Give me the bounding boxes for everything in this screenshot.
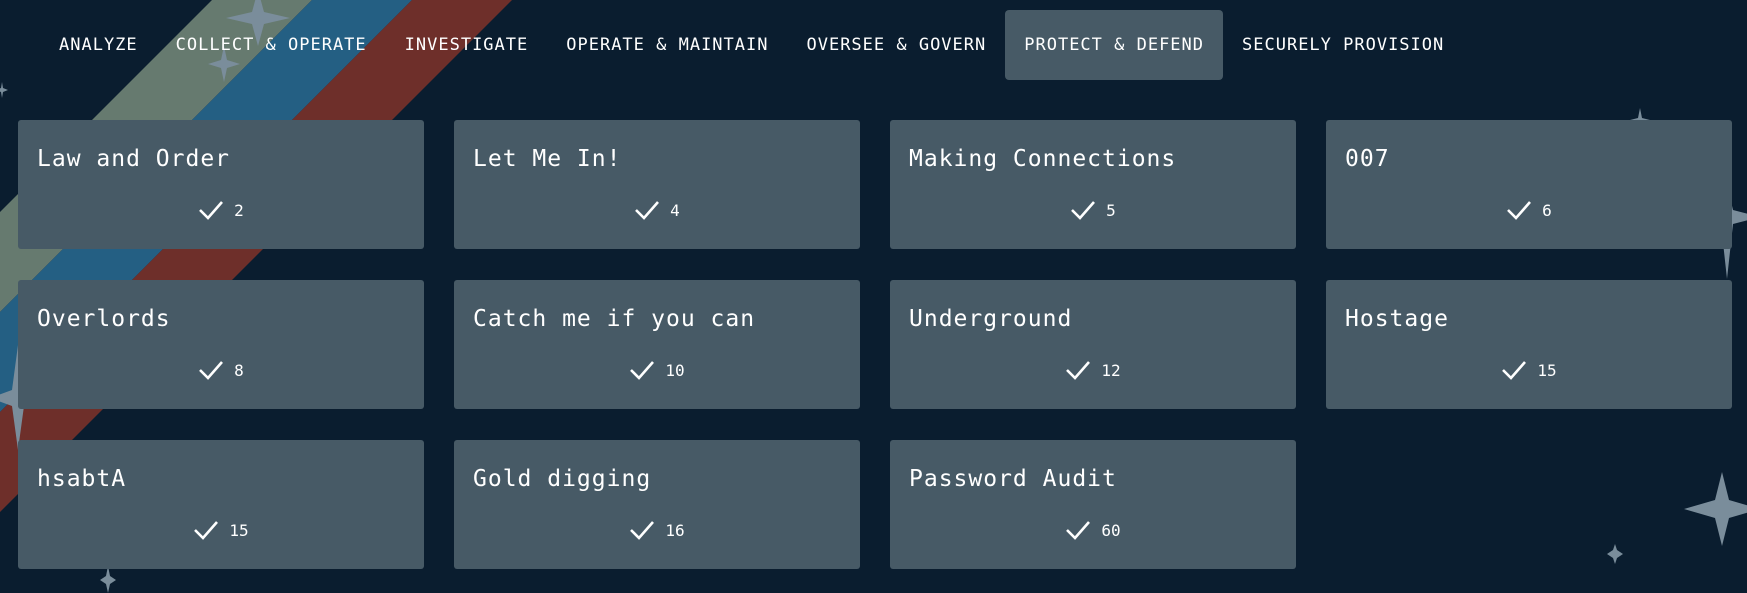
- solve-count: 12: [1101, 360, 1121, 380]
- tab-operate-and-maintain[interactable]: OPERATE & MAINTAIN: [547, 10, 787, 80]
- category-nav: ANALYZE COLLECT & OPERATE INVESTIGATE OP…: [40, 10, 1463, 80]
- challenge-solves: 4: [454, 200, 860, 220]
- check-icon: [630, 521, 655, 540]
- tab-investigate[interactable]: INVESTIGATE: [386, 10, 548, 80]
- challenge-grid: Law and Order 2 Let Me In! 4 Making Conn…: [18, 120, 1732, 569]
- challenge-card[interactable]: Catch me if you can 10: [454, 280, 860, 409]
- challenge-title: Overlords: [37, 306, 171, 332]
- challenge-solves: 2: [18, 200, 424, 220]
- challenge-solves: 15: [18, 520, 424, 540]
- solve-count: 10: [665, 360, 685, 380]
- solve-count: 60: [1101, 520, 1121, 540]
- challenge-solves: 8: [18, 360, 424, 380]
- challenge-title: 007: [1345, 146, 1390, 172]
- challenge-card[interactable]: Underground 12: [890, 280, 1296, 409]
- check-icon: [1071, 201, 1096, 220]
- check-icon: [630, 361, 655, 380]
- solve-count: 5: [1106, 200, 1116, 220]
- challenge-card[interactable]: Password Audit 60: [890, 440, 1296, 569]
- check-icon: [199, 201, 224, 220]
- check-icon: [1507, 201, 1532, 220]
- star-icon: [0, 82, 8, 98]
- solve-count: 8: [234, 360, 244, 380]
- star-icon: [100, 566, 116, 593]
- challenge-solves: 6: [1326, 200, 1732, 220]
- challenge-card[interactable]: hsabtA 15: [18, 440, 424, 569]
- challenge-card[interactable]: Making Connections 5: [890, 120, 1296, 249]
- challenge-title: Making Connections: [909, 146, 1177, 172]
- tab-collect-and-operate[interactable]: COLLECT & OPERATE: [157, 10, 386, 80]
- challenge-title: Let Me In!: [473, 146, 622, 172]
- challenge-card[interactable]: Law and Order 2: [18, 120, 424, 249]
- challenge-card[interactable]: Hostage 15: [1326, 280, 1732, 409]
- challenge-card[interactable]: Let Me In! 4: [454, 120, 860, 249]
- check-icon: [199, 361, 224, 380]
- challenge-title: Password Audit: [909, 466, 1117, 492]
- challenge-solves: 15: [1326, 360, 1732, 380]
- challenge-title: Underground: [909, 306, 1073, 332]
- challenge-title: Gold digging: [473, 466, 652, 492]
- tab-securely-provision[interactable]: SECURELY PROVISION: [1223, 10, 1463, 80]
- check-icon: [1066, 361, 1091, 380]
- challenge-title: Law and Order: [37, 146, 231, 172]
- challenge-card[interactable]: Overlords 8: [18, 280, 424, 409]
- check-icon: [194, 521, 219, 540]
- challenge-card[interactable]: Gold digging 16: [454, 440, 860, 569]
- challenge-solves: 12: [890, 360, 1296, 380]
- check-icon: [1502, 361, 1527, 380]
- challenge-card[interactable]: 007 6: [1326, 120, 1732, 249]
- challenge-title: Catch me if you can: [473, 306, 756, 332]
- tab-protect-and-defend[interactable]: PROTECT & DEFEND: [1005, 10, 1224, 80]
- check-icon: [1066, 521, 1091, 540]
- challenge-title: Hostage: [1345, 306, 1449, 332]
- challenge-solves: 60: [890, 520, 1296, 540]
- solve-count: 2: [234, 200, 244, 220]
- solve-count: 6: [1542, 200, 1552, 220]
- check-icon: [635, 201, 660, 220]
- tab-oversee-and-govern[interactable]: OVERSEE & GOVERN: [787, 10, 1005, 80]
- solve-count: 16: [665, 520, 685, 540]
- tab-analyze[interactable]: ANALYZE: [40, 10, 157, 80]
- solve-count: 15: [229, 520, 249, 540]
- challenge-title: hsabtA: [37, 466, 127, 492]
- challenge-solves: 5: [890, 200, 1296, 220]
- solve-count: 4: [670, 200, 680, 220]
- challenge-solves: 10: [454, 360, 860, 380]
- challenge-solves: 16: [454, 520, 860, 540]
- solve-count: 15: [1537, 360, 1557, 380]
